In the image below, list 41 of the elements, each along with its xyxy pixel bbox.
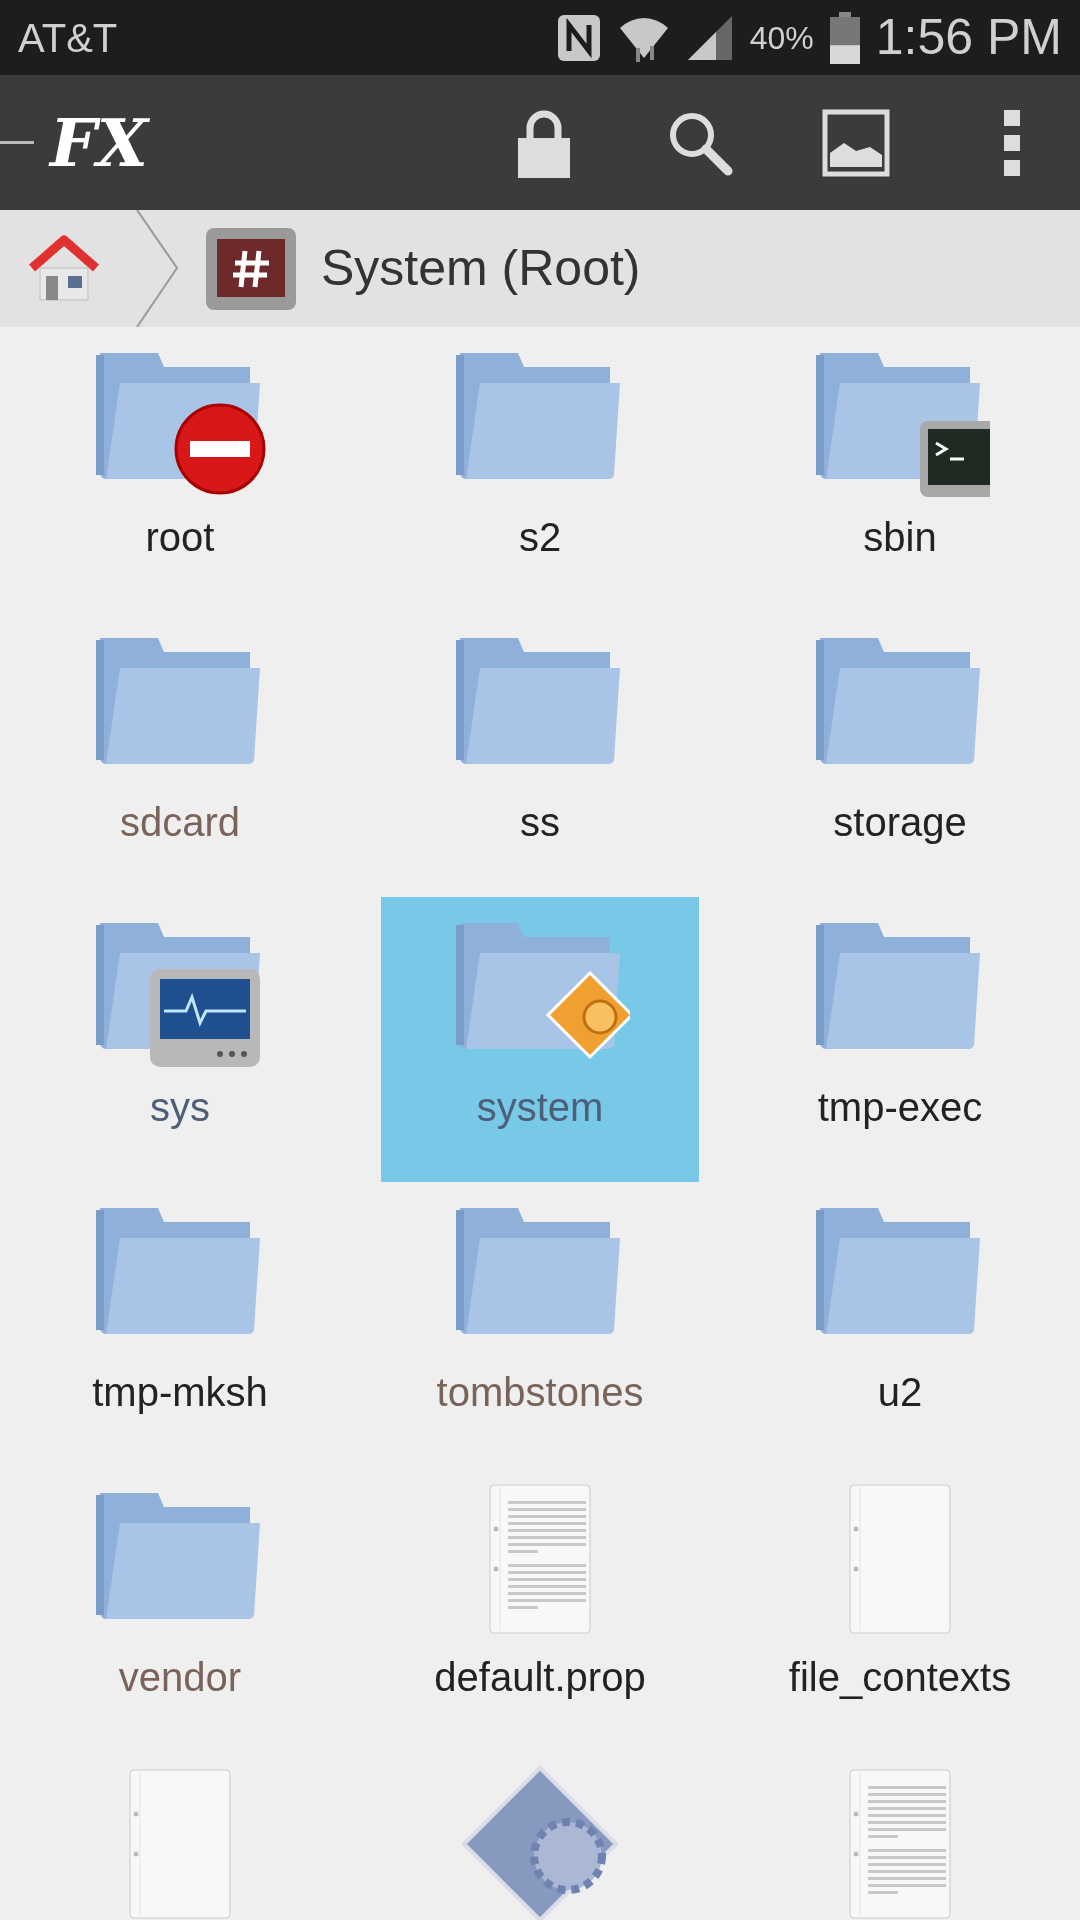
file-tile[interactable]: u2: [741, 1182, 1059, 1467]
file-name: u2: [877, 1369, 923, 1416]
file-tile[interactable]: sdcard: [21, 612, 339, 897]
file-name: tmp-mksh: [92, 1369, 268, 1416]
file-name: file_contexts: [788, 1654, 1012, 1701]
file-name: ss: [520, 799, 560, 846]
carrier-name: AT&T: [18, 14, 118, 62]
file-name: s2: [518, 514, 562, 561]
file-name: sdcard: [119, 799, 241, 846]
file-tile[interactable]: tmp-mksh: [21, 1182, 339, 1467]
file-tile[interactable]: ss: [381, 612, 699, 897]
battery-percent: 40%: [749, 18, 814, 58]
file-name: sys: [150, 1084, 210, 1131]
file-tile[interactable]: system: [381, 897, 699, 1182]
overflow-menu-icon: [1002, 107, 1022, 178]
root-shell-icon: [205, 226, 297, 311]
file-tile[interactable]: file_contexts: [741, 1467, 1059, 1752]
file-tile[interactable]: storage: [741, 612, 1059, 897]
file-tile[interactable]: sbin: [741, 327, 1059, 612]
file-tile[interactable]: sys: [21, 897, 339, 1182]
folder-title: System (Root): [321, 239, 641, 298]
clock-time: 1:56 PM: [875, 8, 1062, 67]
file-name: tombstones: [436, 1369, 644, 1416]
app-logo[interactable]: FX: [50, 109, 149, 176]
file-name: default.prop: [434, 1654, 646, 1701]
back-dash-icon[interactable]: [0, 140, 34, 145]
battery-icon: [829, 11, 860, 64]
file-name: root: [145, 514, 215, 561]
file-name: sbin: [863, 514, 937, 561]
nfc-icon: [555, 12, 602, 63]
file-tile[interactable]: vendor: [21, 1467, 339, 1752]
file-tile[interactable]: tombstones: [381, 1182, 699, 1467]
file-name: vendor: [118, 1654, 242, 1701]
file-tile[interactable]: s2: [381, 327, 699, 612]
file-name: tmp-exec: [817, 1084, 983, 1131]
image-icon: [822, 108, 890, 177]
file-tile[interactable]: tmp-exec: [741, 897, 1059, 1182]
file-tile[interactable]: root: [21, 327, 339, 612]
file-tile[interactable]: default.prop: [381, 1467, 699, 1752]
file-name: storage: [833, 799, 967, 846]
file-name: system: [476, 1084, 604, 1131]
